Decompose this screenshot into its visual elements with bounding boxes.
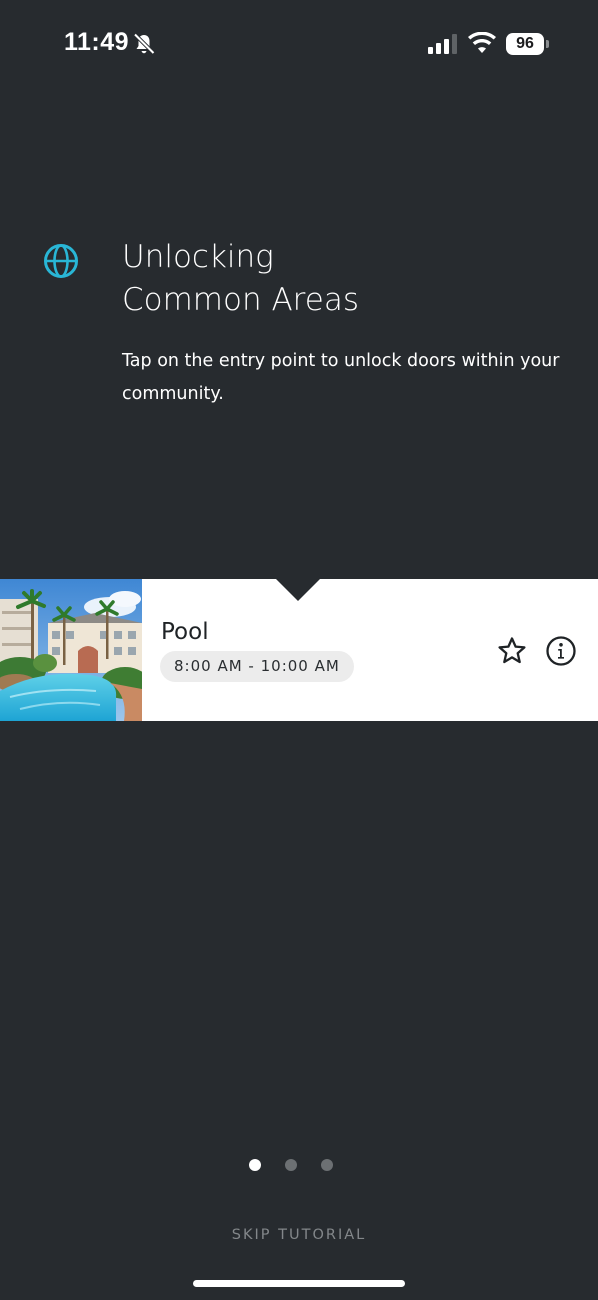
card-pointer (276, 579, 320, 601)
entry-point-name: Pool (161, 619, 209, 645)
pool-photo (0, 579, 142, 721)
tutorial-description: Tap on the entry point to unlock doors w… (122, 351, 560, 404)
wifi-icon (468, 32, 496, 53)
cellular-signal-icon (428, 34, 457, 54)
skip-tutorial-button[interactable]: SKIP TUTORIAL (0, 1227, 598, 1243)
pager-dot-3[interactable] (321, 1159, 333, 1171)
hours-badge: 8:00 AM - 10:00 AM (160, 651, 354, 682)
pager-dot-1[interactable] (249, 1159, 261, 1171)
status-time: 11:49 (64, 28, 130, 56)
globe-icon (44, 244, 78, 278)
entry-point-card[interactable]: Pool 8:00 AM - 10:00 AM (0, 579, 598, 721)
pager-dots (0, 1159, 598, 1171)
pager-dot-2[interactable] (285, 1159, 297, 1171)
home-indicator[interactable] (193, 1280, 405, 1287)
status-bar: 11:49 96 (0, 0, 598, 90)
page-title: Unlocking Common Areas (122, 239, 359, 318)
battery-nub (546, 40, 549, 48)
battery-icon: 96 (506, 33, 544, 55)
star-icon[interactable] (496, 635, 528, 667)
info-icon[interactable] (545, 635, 577, 667)
bell-slash-icon (133, 33, 155, 55)
